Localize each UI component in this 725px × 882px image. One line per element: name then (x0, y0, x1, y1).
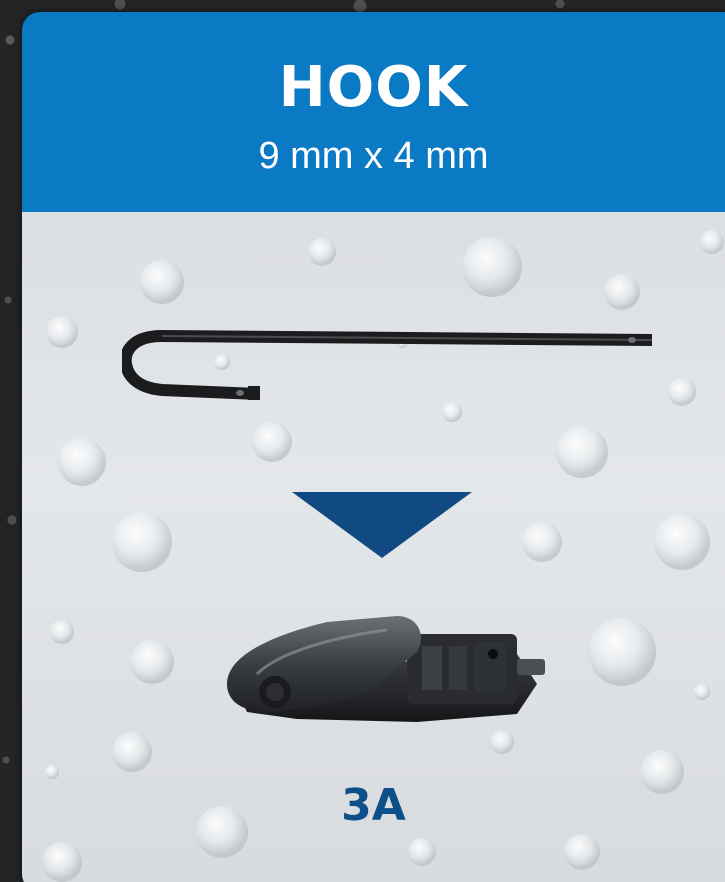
connector-card: HOOK 9 mm x 4 mm 3A (22, 12, 725, 882)
card-header: HOOK 9 mm x 4 mm (22, 12, 725, 212)
down-arrow-icon (292, 492, 472, 558)
connector-title: HOOK (278, 55, 469, 120)
card-body: 3A (22, 212, 725, 882)
adapter-code: 3A (341, 780, 406, 831)
connector-dimensions: 9 mm x 4 mm (258, 135, 489, 177)
wiper-adapter-icon (227, 616, 545, 722)
hook-pin-icon (122, 329, 653, 400)
